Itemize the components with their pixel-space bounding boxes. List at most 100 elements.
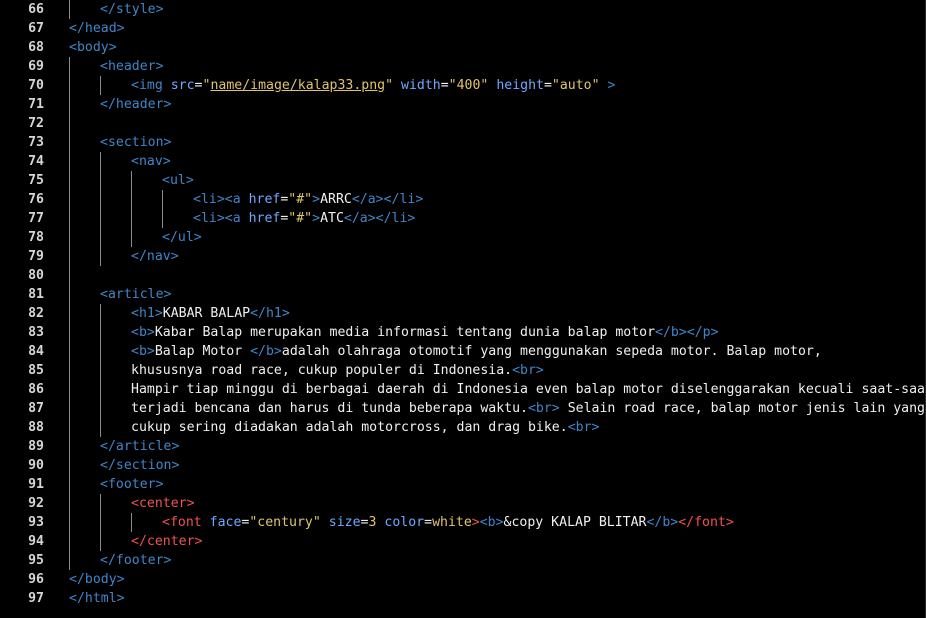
code-token: <section> bbox=[100, 135, 172, 150]
line-number: 71 bbox=[28, 97, 44, 112]
line-number: 86 bbox=[28, 382, 44, 397]
code-token: <li><a bbox=[193, 211, 249, 226]
line-number: 83 bbox=[28, 325, 44, 340]
code-token: </ul> bbox=[162, 230, 202, 245]
code-line: <li><a href="#">ATC</a></li> bbox=[193, 209, 415, 228]
line-number: 67 bbox=[28, 21, 44, 36]
code-token: </nav> bbox=[131, 249, 179, 264]
line-number: 85 bbox=[28, 363, 44, 378]
code-token: = bbox=[440, 78, 449, 93]
code-token: <ul> bbox=[162, 173, 194, 188]
code-token: Kabar Balap merupakan media informasi te… bbox=[154, 325, 656, 340]
code-token: <b> bbox=[479, 515, 504, 530]
code-token: <font bbox=[162, 515, 210, 530]
line-number: 69 bbox=[28, 59, 44, 74]
code-editor[interactable]: 66 67 68 69 70 71 72 73 74 75 76 77 78 79 80 81 82 83 84 85… bbox=[0, 0, 926, 618]
code-token: > bbox=[471, 515, 480, 530]
line-number: 72 bbox=[28, 116, 44, 131]
code-token: terjadi bencana dan harus di tunda beber… bbox=[131, 401, 528, 416]
line-number: 81 bbox=[28, 287, 44, 302]
code-token: color bbox=[384, 515, 425, 530]
code-line: <h1>KABAR BALAP</h1> bbox=[131, 304, 290, 323]
line-number: 93 bbox=[28, 515, 44, 530]
code-line: <b>Balap Motor </b>adalah olahraga otomo… bbox=[131, 342, 822, 361]
code-line: </style> bbox=[100, 0, 164, 19]
code-token: > bbox=[599, 78, 616, 93]
code-token: </section> bbox=[100, 458, 180, 473]
code-token: > bbox=[312, 211, 321, 226]
code-line: </article> bbox=[100, 437, 179, 456]
code-token: href bbox=[248, 192, 281, 207]
code-line: <center> bbox=[131, 494, 195, 513]
code-line: <body> bbox=[69, 38, 117, 57]
line-number: 92 bbox=[28, 496, 44, 511]
line-number: 89 bbox=[28, 439, 44, 454]
code-line: </nav> bbox=[131, 247, 179, 266]
code-token: <br> bbox=[512, 363, 544, 378]
code-token: "auto" bbox=[551, 78, 600, 93]
code-token: Balap Motor bbox=[154, 344, 251, 359]
line-number: 66 bbox=[28, 2, 44, 17]
line-number: 95 bbox=[28, 553, 44, 568]
code-token: </h1> bbox=[250, 306, 290, 321]
code-token: ARRC bbox=[320, 192, 352, 207]
line-number: 77 bbox=[28, 211, 44, 226]
line-number: 84 bbox=[28, 344, 44, 359]
code-token: <nav> bbox=[131, 154, 171, 169]
code-token: ATC bbox=[320, 211, 344, 226]
code-line: <b>Kabar Balap merupakan media informasi… bbox=[131, 323, 719, 342]
code-area[interactable]: </style> </head> <body> <header> <img src = "n… bbox=[69, 0, 926, 618]
code-line: <nav> bbox=[131, 152, 171, 171]
code-line: <font face="century" size=3 color=white>… bbox=[162, 513, 734, 532]
code-token: <b> bbox=[131, 344, 155, 359]
code-token: <b> bbox=[131, 325, 155, 340]
code-token: </html> bbox=[69, 591, 125, 606]
code-token: </a></li> bbox=[343, 211, 416, 226]
code-token: <header> bbox=[100, 59, 164, 74]
code-line: khususnya road race, cukup populer di In… bbox=[131, 361, 544, 380]
code-token: href bbox=[248, 211, 281, 226]
line-number: 90 bbox=[28, 458, 44, 473]
code-token: " bbox=[385, 78, 394, 93]
line-number: 87 bbox=[28, 401, 44, 416]
code-token: <center> bbox=[131, 496, 195, 511]
code-token: <body> bbox=[69, 40, 117, 55]
code-line: </html> bbox=[69, 589, 125, 608]
line-number: 73 bbox=[28, 135, 44, 150]
code-token: height bbox=[496, 78, 544, 93]
code-line: <ul> bbox=[162, 171, 194, 190]
code-token: </footer> bbox=[100, 553, 172, 568]
code-token: <img bbox=[131, 78, 171, 93]
line-number: 80 bbox=[28, 268, 44, 283]
code-token: </font> bbox=[678, 515, 734, 530]
code-line: <footer> bbox=[100, 475, 164, 494]
code-token: <footer> bbox=[100, 477, 164, 492]
code-line: </header> bbox=[100, 95, 171, 114]
code-token: Hampir tiap minggu di berbagai daerah di… bbox=[131, 382, 926, 397]
code-token: "400" bbox=[448, 78, 489, 93]
code-line: </body> bbox=[69, 570, 125, 589]
code-line: </head> bbox=[69, 19, 125, 38]
code-token: = bbox=[360, 515, 369, 530]
code-token: "#" bbox=[288, 211, 313, 226]
code-token: </head> bbox=[69, 21, 125, 36]
code-token: <li><a bbox=[193, 192, 249, 207]
code-line: <img src="name/image/kalap33.png" width=… bbox=[131, 76, 615, 95]
line-number: 97 bbox=[28, 591, 44, 606]
code-token: </b> bbox=[646, 515, 679, 530]
code-token: </a></li> bbox=[351, 192, 424, 207]
line-number: 82 bbox=[28, 306, 44, 321]
code-token: "century" bbox=[249, 515, 321, 530]
code-token: size bbox=[328, 515, 361, 530]
code-token: face bbox=[209, 515, 242, 530]
code-line: cukup sering diadakan adalah motorcross,… bbox=[131, 418, 599, 437]
code-token: </body> bbox=[69, 572, 125, 587]
code-token: <h1> bbox=[131, 306, 163, 321]
code-token: </style> bbox=[100, 2, 164, 17]
line-number-gutter: 66 67 68 69 70 71 72 73 74 75 76 77 78 79 80 81 82 83 84 85… bbox=[0, 0, 50, 618]
line-number: 75 bbox=[28, 173, 44, 188]
code-token: width bbox=[401, 78, 441, 93]
code-token: name/image/kalap33.png bbox=[210, 78, 386, 93]
